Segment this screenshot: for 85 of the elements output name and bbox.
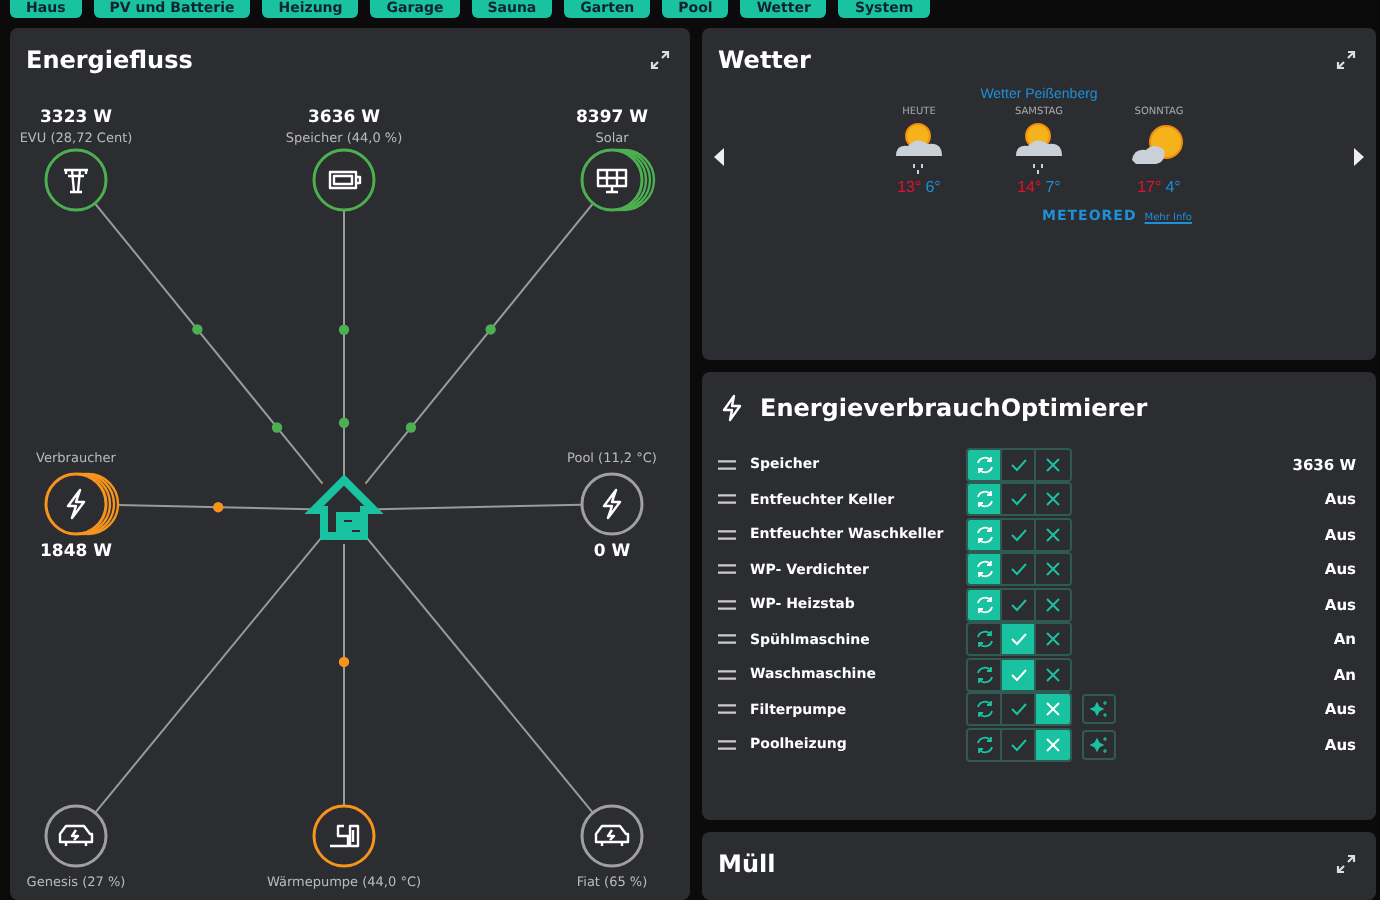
low-temperature: 4° bbox=[1165, 178, 1181, 196]
drag-handle-icon[interactable] bbox=[718, 459, 736, 469]
high-temperature: 17° bbox=[1137, 178, 1162, 196]
drag-handle-icon[interactable] bbox=[718, 704, 736, 714]
high-temperature: 13° bbox=[897, 178, 922, 196]
flow-dot bbox=[338, 417, 350, 428]
flow-dot bbox=[192, 324, 203, 335]
node-ring[interactable] bbox=[580, 804, 644, 868]
flow-dot bbox=[338, 324, 350, 335]
close-icon bbox=[1044, 700, 1062, 718]
flow-dot bbox=[338, 656, 350, 668]
on-mode-button[interactable] bbox=[1002, 624, 1036, 654]
drag-handle-icon[interactable] bbox=[718, 669, 736, 679]
sync-icon bbox=[975, 560, 993, 578]
car-icon bbox=[594, 824, 630, 848]
solar-panel-icon bbox=[596, 168, 628, 194]
flow-dot bbox=[485, 324, 496, 335]
on-mode-button[interactable] bbox=[1002, 659, 1036, 689]
power-value: 3636 W bbox=[308, 108, 380, 128]
close-icon bbox=[1044, 455, 1062, 473]
low-temperature: 6° bbox=[925, 178, 941, 196]
sparkle-icon bbox=[1090, 735, 1108, 753]
node-ring[interactable] bbox=[580, 148, 644, 212]
drag-handle-icon[interactable] bbox=[718, 634, 736, 644]
auto-mode-button[interactable] bbox=[968, 484, 1002, 514]
node-ring[interactable] bbox=[44, 804, 108, 868]
power-value: 1848 W bbox=[40, 542, 112, 562]
flow-dot bbox=[213, 502, 224, 513]
auto-mode-button[interactable] bbox=[968, 449, 1002, 479]
lightning-icon bbox=[66, 488, 86, 520]
close-icon bbox=[1044, 665, 1062, 683]
sync-icon bbox=[975, 630, 993, 648]
power-value: 8397 W bbox=[576, 108, 648, 128]
close-icon bbox=[1044, 630, 1062, 648]
drag-handle-icon[interactable] bbox=[718, 529, 736, 539]
close-icon bbox=[1044, 595, 1062, 613]
node-ring[interactable] bbox=[44, 148, 108, 212]
drag-handle-icon[interactable] bbox=[718, 599, 736, 609]
heat-pump-icon bbox=[328, 824, 360, 848]
power-pylon-icon bbox=[62, 168, 90, 194]
previous-arrow-icon[interactable] bbox=[714, 147, 726, 165]
flow-dot bbox=[405, 422, 417, 433]
flow-dot bbox=[271, 422, 283, 433]
drag-handle-icon[interactable] bbox=[718, 494, 736, 504]
expand-icon[interactable] bbox=[1336, 50, 1356, 70]
high-temperature: 14° bbox=[1017, 178, 1042, 196]
expand-icon[interactable] bbox=[1336, 854, 1356, 874]
sparkle-button[interactable] bbox=[1082, 694, 1116, 724]
car-icon bbox=[58, 824, 94, 848]
sparkle-button[interactable] bbox=[1082, 729, 1116, 759]
card-title: Müll bbox=[718, 850, 776, 878]
sync-icon bbox=[975, 455, 993, 473]
card-title: Energiefluss bbox=[26, 46, 193, 74]
close-icon bbox=[1044, 490, 1062, 508]
close-icon bbox=[1044, 735, 1062, 753]
sync-icon bbox=[975, 490, 993, 508]
house-icon bbox=[304, 474, 384, 540]
drag-handle-icon[interactable] bbox=[718, 739, 736, 749]
sync-icon bbox=[975, 665, 993, 683]
node-ring[interactable] bbox=[312, 804, 376, 868]
lightning-icon bbox=[602, 488, 622, 520]
expand-icon[interactable] bbox=[650, 50, 670, 70]
bolt-icon bbox=[720, 394, 744, 422]
node-ring[interactable] bbox=[312, 148, 376, 212]
card-title: EnergieverbrauchOptimierer bbox=[760, 394, 1148, 422]
sparkle-icon bbox=[1090, 700, 1108, 718]
sync-icon bbox=[975, 700, 993, 718]
next-arrow-icon[interactable] bbox=[1352, 147, 1364, 165]
auto-mode-button[interactable] bbox=[968, 519, 1002, 549]
card-title: Wetter bbox=[718, 46, 811, 74]
battery-icon bbox=[328, 170, 362, 190]
power-value: 3323 W bbox=[40, 108, 112, 128]
node-ring[interactable] bbox=[580, 472, 644, 536]
auto-mode-button[interactable] bbox=[968, 589, 1002, 619]
drag-handle-icon[interactable] bbox=[718, 564, 736, 574]
low-temperature: 7° bbox=[1045, 178, 1061, 196]
sync-icon bbox=[975, 595, 993, 613]
off-mode-button[interactable] bbox=[1036, 729, 1070, 759]
auto-mode-button[interactable] bbox=[968, 554, 1002, 584]
close-icon bbox=[1044, 525, 1062, 543]
sync-icon bbox=[975, 735, 993, 753]
sync-icon bbox=[975, 525, 993, 543]
node-ring[interactable] bbox=[44, 472, 108, 536]
power-value: 0 W bbox=[593, 542, 631, 562]
close-icon bbox=[1044, 560, 1062, 578]
